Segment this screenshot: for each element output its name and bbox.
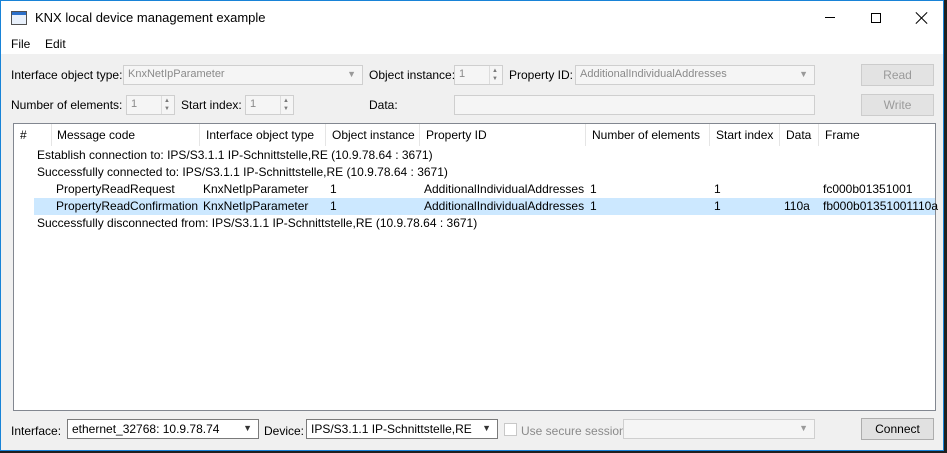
start-index-spinbox[interactable]: 1 ▲ ▼ (245, 95, 294, 115)
minimize-button[interactable] (807, 1, 853, 34)
chevron-down-icon: ▼ (347, 69, 356, 79)
property-id-value: AdditionalIndividualAddresses (580, 68, 727, 80)
write-button[interactable]: Write (861, 94, 934, 116)
start-index-value: 1 (250, 98, 257, 110)
column-header-object-instance[interactable]: Object instance (326, 124, 420, 146)
secure-session-checkbox[interactable] (504, 423, 517, 436)
cell-interface-object-type: KnxNetIpParameter (203, 182, 309, 196)
table-row[interactable]: PropertyReadRequest KnxNetIpParameter 1 … (14, 181, 935, 198)
maximize-button[interactable] (853, 1, 899, 34)
cell-start-index: 1 (714, 199, 721, 213)
data-input[interactable] (454, 95, 815, 115)
device-combo[interactable]: IPS/S3.1.1 IP-Schnittstelle,RE ▼ (306, 419, 498, 439)
device-label: Device: (264, 424, 305, 438)
property-id-combo[interactable]: AdditionalIndividualAddresses ▼ (575, 65, 815, 85)
row-info: Successfully disconnected from: IPS/S3.1… (37, 216, 478, 230)
device-value: IPS/S3.1.1 IP-Schnittstelle,RE (311, 422, 472, 436)
cell-property-id: AdditionalIndividualAddresses (424, 199, 585, 213)
cell-frame: fc000b01351001 (823, 182, 913, 196)
interface-object-type-combo[interactable]: KnxNetIpParameter ▼ (123, 65, 363, 85)
spin-up-icon[interactable]: ▲ (164, 98, 170, 104)
main-window: KNX local device management example File… (0, 0, 944, 451)
column-header-message-code[interactable]: Message code (52, 124, 200, 146)
message-table[interactable]: # Message code Interface object type Obj… (13, 123, 939, 411)
close-button[interactable] (899, 1, 945, 34)
chevron-down-icon: ▼ (243, 423, 252, 433)
cell-frame: fb000b01351001110a (823, 199, 939, 213)
menu-bar: File Edit (1, 34, 943, 54)
cell-data: 110a (784, 199, 810, 213)
spin-up-icon[interactable]: ▲ (283, 98, 289, 104)
column-header-property-id[interactable]: Property ID (420, 124, 586, 146)
object-instance-value: 1 (459, 68, 466, 80)
window-title: KNX local device management example (35, 10, 266, 25)
cell-message-code: PropertyReadRequest (56, 182, 175, 196)
column-header-frame[interactable]: Frame (819, 124, 935, 146)
cell-number-of-elements: 1 (590, 182, 597, 196)
number-of-elements-spinbox[interactable]: 1 ▲ ▼ (126, 95, 175, 115)
chevron-down-icon: ▼ (482, 423, 491, 433)
minimize-icon (825, 17, 835, 18)
menu-edit[interactable]: Edit (45, 37, 66, 51)
table-row[interactable]: Successfully disconnected from: IPS/S3.1… (14, 215, 935, 232)
table-row[interactable]: Establish connection to: IPS/S3.1.1 IP-S… (14, 147, 935, 164)
interface-object-type-value: KnxNetIpParameter (128, 68, 225, 80)
object-instance-spinbox[interactable]: 1 ▲ ▼ (454, 65, 503, 85)
interface-combo[interactable]: ethernet_32768: 10.9.78.74 ▼ (67, 419, 259, 439)
cell-object-instance: 1 (330, 182, 337, 196)
spin-down-icon[interactable]: ▼ (164, 106, 170, 112)
read-button[interactable]: Read (861, 64, 934, 86)
row-info: Establish connection to: IPS/S3.1.1 IP-S… (37, 148, 433, 162)
number-of-elements-value: 1 (131, 98, 138, 110)
row-info: Successfully connected to: IPS/S3.1.1 IP… (37, 165, 448, 179)
title-bar: KNX local device management example (1, 1, 943, 34)
app-window-icon (11, 11, 27, 25)
chevron-down-icon: ▼ (799, 423, 808, 433)
cell-message-code: PropertyReadConfirmation (56, 199, 199, 213)
table-row-selected[interactable]: PropertyReadConfirmation KnxNetIpParamet… (14, 198, 939, 215)
data-label: Data: (369, 98, 398, 112)
menu-file[interactable]: File (11, 37, 30, 51)
maximize-icon (871, 12, 881, 23)
close-icon (916, 12, 928, 24)
interface-object-type-label: Interface object type: (11, 68, 123, 82)
column-header-interface-object-type[interactable]: Interface object type (200, 124, 326, 146)
column-header-data[interactable]: Data (780, 124, 819, 146)
column-header-number-of-elements[interactable]: Number of elements (586, 124, 710, 146)
property-id-label: Property ID: (509, 68, 574, 82)
spin-down-icon[interactable]: ▼ (492, 76, 498, 82)
table-row[interactable]: Successfully connected to: IPS/S3.1.1 IP… (14, 164, 935, 181)
object-instance-label: Object instance: (369, 68, 456, 82)
interface-value: ethernet_32768: 10.9.78.74 (72, 422, 220, 436)
cell-interface-object-type: KnxNetIpParameter (203, 199, 309, 213)
connect-button[interactable]: Connect (861, 418, 934, 440)
spinner-buttons[interactable]: ▲ ▼ (280, 96, 293, 114)
start-index-label: Start index: (181, 98, 242, 112)
spin-down-icon[interactable]: ▼ (283, 106, 289, 112)
cell-number-of-elements: 1 (590, 199, 597, 213)
row-gutter (14, 198, 34, 215)
table-header: # Message code Interface object type Obj… (14, 124, 935, 146)
spinner-buttons[interactable]: ▲ ▼ (161, 96, 174, 114)
column-header-start-index[interactable]: Start index (710, 124, 780, 146)
spin-up-icon[interactable]: ▲ (492, 68, 498, 74)
cell-start-index: 1 (714, 182, 721, 196)
cell-property-id: AdditionalIndividualAddresses (424, 182, 585, 196)
secure-session-combo[interactable]: ▼ (623, 419, 815, 439)
spinner-buttons[interactable]: ▲ ▼ (489, 66, 502, 84)
number-of-elements-label: Number of elements: (11, 98, 123, 112)
secure-session-label: Use secure session (521, 424, 626, 438)
chevron-down-icon: ▼ (799, 69, 808, 79)
column-header-number[interactable]: # (14, 124, 52, 146)
interface-label: Interface: (11, 424, 62, 438)
cell-object-instance: 1 (330, 199, 337, 213)
